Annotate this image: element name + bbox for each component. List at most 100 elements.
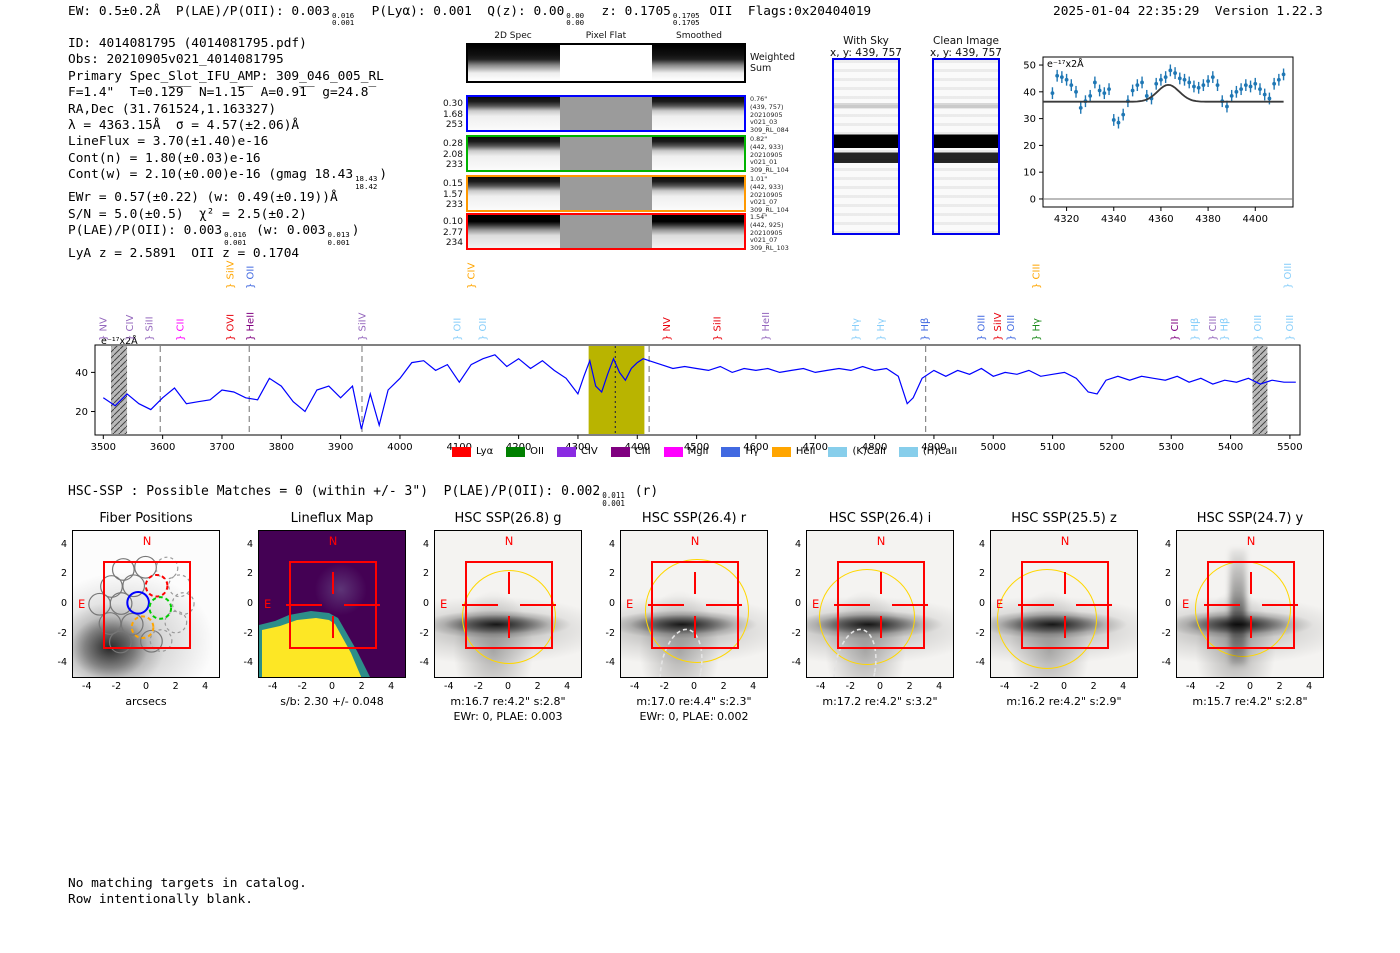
panel-y-tick-label: -2 bbox=[605, 627, 615, 639]
emission-line-label: } OIII bbox=[1006, 315, 1017, 341]
crosshair-bottom bbox=[880, 616, 882, 638]
y-tick-label: 10 bbox=[1023, 168, 1036, 179]
x-tick-label: 4400 bbox=[1243, 214, 1268, 225]
compass-east: E bbox=[78, 597, 86, 611]
x-tick-label: 5100 bbox=[1040, 442, 1065, 453]
panel-x-tick-label: 4 bbox=[750, 681, 757, 692]
panel-x-tick-label: -4 bbox=[816, 681, 826, 692]
panel-x-tick-label: -4 bbox=[82, 681, 92, 692]
panel-title: HSC SSP(25.5) z bbox=[1011, 511, 1117, 526]
panel-x-tick-label: -2 bbox=[1215, 681, 1226, 692]
panel-y-tick-label: -2 bbox=[1161, 627, 1171, 639]
data-point bbox=[1187, 80, 1192, 85]
data-point bbox=[1135, 83, 1140, 88]
info-line: EWr = 0.57(±0.22) (w: 0.49(±0.19))Å bbox=[68, 190, 338, 206]
data-point bbox=[1097, 88, 1102, 93]
smoothed-image bbox=[652, 177, 744, 210]
data-point bbox=[1239, 87, 1244, 92]
emission-line-label: } CIV bbox=[467, 263, 478, 289]
panel-y-tick-label: 0 bbox=[608, 598, 615, 609]
pixel-flat-image bbox=[560, 137, 652, 170]
panel-x-tick-label: 2 bbox=[358, 681, 365, 692]
emission-line-label: } OIII bbox=[976, 315, 987, 341]
legend-item: HeII bbox=[771, 446, 816, 457]
x-tick-label: 4320 bbox=[1054, 214, 1079, 225]
crosshair-bottom bbox=[508, 616, 510, 638]
panel-x-tick-label: 0 bbox=[690, 681, 698, 692]
panel-y-tick-label: 4 bbox=[794, 538, 801, 550]
data-point bbox=[1267, 96, 1272, 101]
panel-title: HSC SSP(26.8) g bbox=[454, 511, 562, 526]
panel-y-tick-label: 2 bbox=[978, 568, 985, 580]
legend-item: CIII bbox=[610, 446, 651, 457]
x-tick-label: 3600 bbox=[150, 442, 175, 453]
header-datetime: 2025-01-04 22:35:29 Version 1.22.3 bbox=[1053, 4, 1323, 19]
panel-y-tick-label: -4 bbox=[243, 657, 253, 669]
pixel-flat-image bbox=[560, 177, 652, 210]
sky-panel-title: With Sky x, y: 439, 757 bbox=[830, 35, 902, 59]
info-line: Obs: 20210905v021_4014081795 bbox=[68, 52, 284, 68]
panel-y-tick-label: 0 bbox=[978, 598, 985, 609]
compass-north: N bbox=[876, 534, 886, 548]
panel-x-tick-label: -2 bbox=[1029, 681, 1040, 692]
compass-east: E bbox=[996, 597, 1004, 611]
footer-line: No matching targets in catalog. bbox=[68, 876, 307, 891]
panel-x-tick-label: 2 bbox=[1276, 681, 1283, 692]
crosshair-bottom bbox=[1064, 616, 1066, 638]
info-block: ID: 4014081795 (4014081795.pdf) Obs: 2021… bbox=[68, 36, 387, 263]
compass-east: E bbox=[812, 597, 820, 611]
panel-y-tick-label: 2 bbox=[608, 568, 615, 580]
data-point bbox=[1276, 77, 1281, 82]
emission-line-label: } Hβ bbox=[1190, 318, 1201, 341]
data-point bbox=[1201, 83, 1206, 88]
info-line: λ = 4363.15Å σ = 4.57(±2.06)Å bbox=[68, 118, 300, 134]
legend-label: MgII bbox=[687, 446, 709, 457]
panel-image-cutout: NE bbox=[806, 530, 954, 678]
panel-x-tick-label: 4 bbox=[936, 681, 943, 692]
info-line: P(LAE)/P(OII): 0.003 0.016 0.001 (w: 0.003… bbox=[68, 223, 360, 247]
data-point bbox=[1206, 79, 1210, 84]
spec2d-image bbox=[468, 97, 560, 130]
panel-x-tick-label: -4 bbox=[630, 681, 640, 692]
legend-swatch bbox=[771, 446, 791, 457]
panel-x-tick-label: 0 bbox=[142, 681, 150, 692]
crosshair-left bbox=[1204, 604, 1240, 606]
x-tick-label: 5000 bbox=[981, 442, 1006, 453]
weighted-sum-label: Weighted Sum bbox=[750, 52, 795, 74]
emission-line-label: } OIII bbox=[1285, 315, 1296, 341]
emission-line-label: } OIII bbox=[1283, 263, 1294, 289]
data-point bbox=[1225, 104, 1229, 109]
panel-title: Fiber Positions bbox=[99, 511, 193, 526]
legend-label: (H)CaII bbox=[922, 446, 958, 457]
spec2d-image bbox=[468, 45, 560, 81]
data-point bbox=[1059, 75, 1064, 79]
crosshair-left bbox=[462, 604, 498, 606]
data-point bbox=[1281, 72, 1286, 77]
emission-line-label: } CIII bbox=[1032, 264, 1043, 289]
panel-caption: EWr: 0, PLAE: 0.003 bbox=[453, 710, 563, 723]
legend-item: OII bbox=[506, 446, 544, 457]
y-tick-label: 30 bbox=[1023, 114, 1036, 125]
data-point bbox=[1078, 105, 1083, 110]
crosshair-top bbox=[332, 572, 334, 594]
legend-item: (K)CaII bbox=[828, 446, 886, 457]
data-point bbox=[1168, 68, 1173, 73]
emission-line-label: } SiII bbox=[145, 316, 156, 341]
data-point bbox=[1130, 88, 1135, 93]
legend-label: HeII bbox=[795, 446, 816, 457]
crosshair-top bbox=[508, 572, 510, 594]
panel-x-tick-label: -2 bbox=[297, 681, 308, 692]
hsc-match-line: HSC-SSP : Possible Matches = 0 (within +… bbox=[68, 484, 659, 508]
emission-line-label: } CII bbox=[1170, 319, 1181, 341]
spec2d-image bbox=[468, 215, 560, 248]
data-point bbox=[1092, 80, 1097, 85]
cutout-row-fiber-info: 0.82" (442, 933) 20210905 v021_01 309_RL_104 bbox=[750, 135, 789, 175]
crosshair-right bbox=[706, 604, 742, 606]
cutout-column-title: 2D Spec bbox=[494, 31, 532, 41]
data-point bbox=[1182, 77, 1187, 82]
legend-swatch bbox=[663, 446, 683, 457]
header-summary: EW: 0.5±0.2Å P(LAE)/P(OII): 0.003 0.016 0.… bbox=[68, 4, 872, 28]
panel-y-tick-label: 0 bbox=[246, 598, 253, 609]
panel-x-tick-label: 2 bbox=[534, 681, 541, 692]
panel-y-tick-label: -2 bbox=[419, 627, 429, 639]
